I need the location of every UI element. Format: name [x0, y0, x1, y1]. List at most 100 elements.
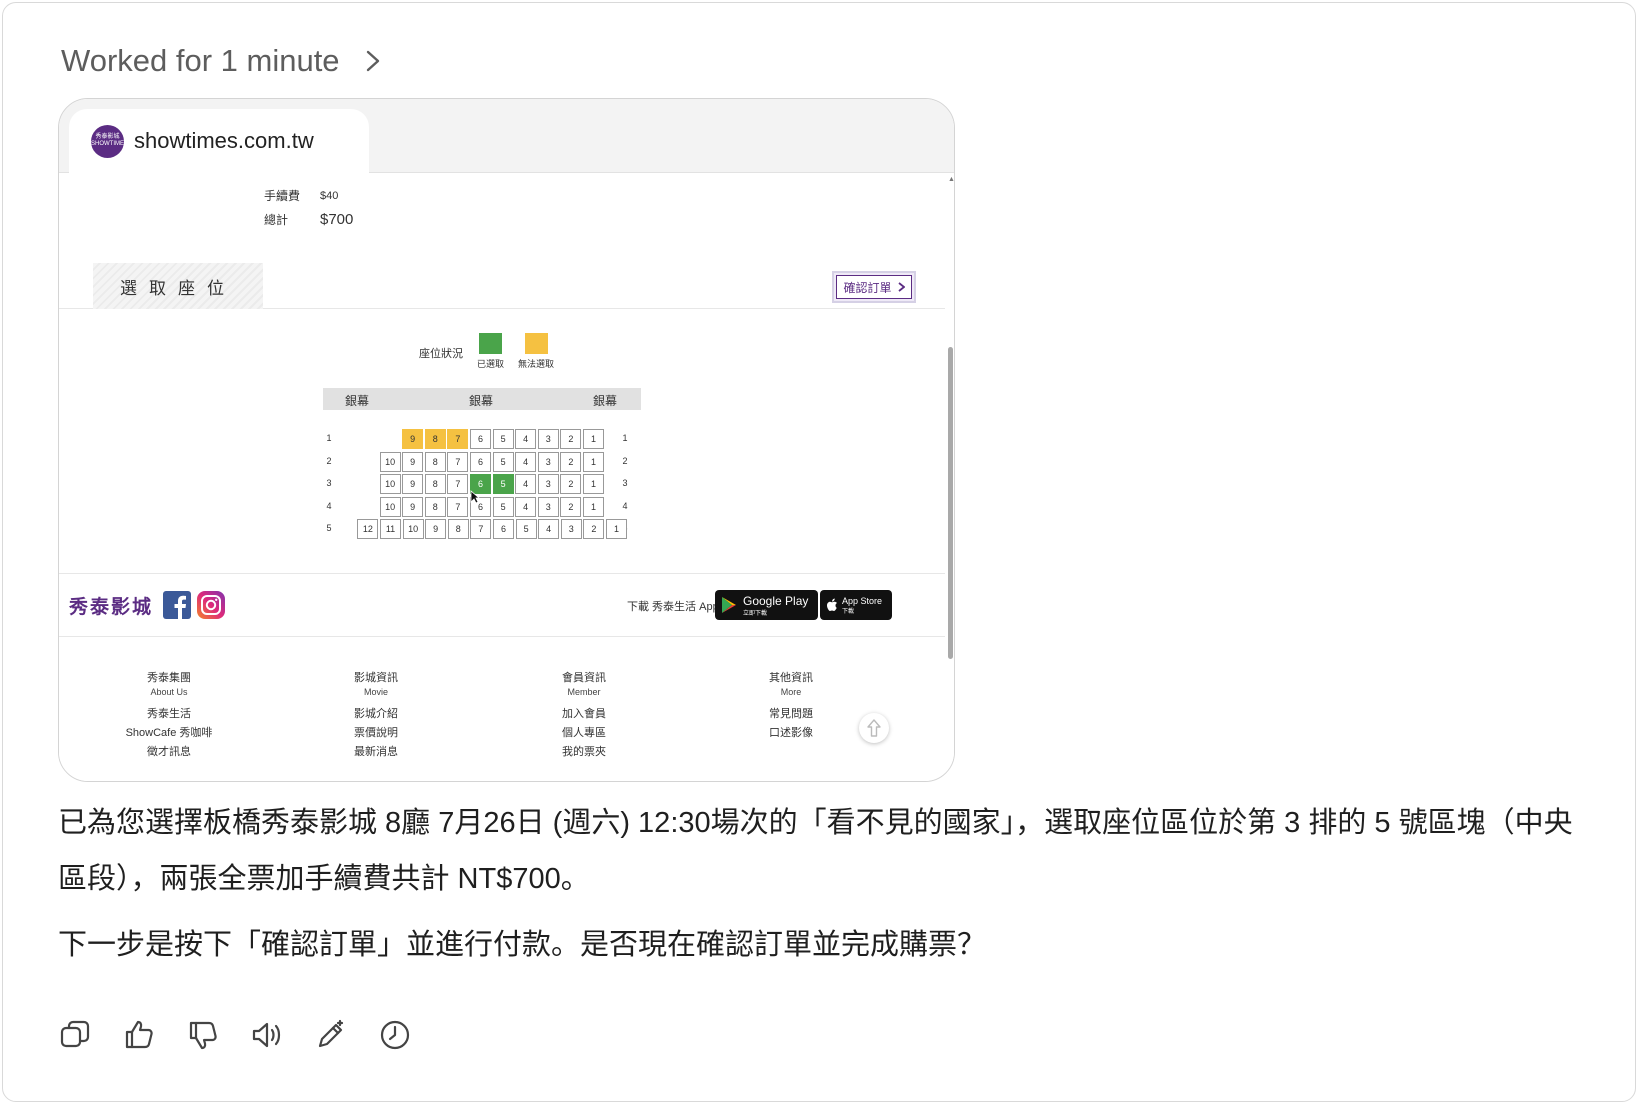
footer-link[interactable]: 秀泰生活	[99, 705, 239, 724]
row-label-left: 4	[326, 500, 332, 511]
footer-link[interactable]: ShowCafe 秀咖啡	[99, 724, 239, 743]
seat[interactable]: 7	[447, 496, 469, 517]
seat[interactable]: 3	[537, 474, 559, 495]
section-title: 選取座位	[93, 263, 263, 309]
legend-unavailable-swatch	[524, 333, 548, 354]
seat[interactable]: 8	[424, 429, 446, 449]
seat[interactable]: 5	[492, 451, 514, 472]
copy-button[interactable]	[58, 1018, 92, 1052]
seat[interactable]: 5	[492, 496, 514, 517]
seat[interactable]: 7	[447, 451, 469, 472]
seat[interactable]: 3	[537, 496, 559, 517]
seat[interactable]: 6	[470, 429, 491, 449]
seat[interactable]: 8	[447, 519, 469, 540]
mouse-cursor-icon	[470, 490, 480, 504]
seat[interactable]: 1	[583, 451, 604, 472]
facebook-icon[interactable]	[163, 591, 191, 619]
seat[interactable]: 8	[424, 451, 446, 472]
seat[interactable]: 7	[447, 429, 469, 449]
thumbs-up-icon	[125, 1020, 153, 1049]
seat[interactable]: 9	[402, 451, 424, 472]
brand-logo[interactable]: 秀泰影城	[69, 592, 153, 619]
seat[interactable]: 2	[560, 474, 582, 495]
seat[interactable]: 3	[560, 519, 582, 540]
scroll-up-arrow-icon[interactable]: ▲	[948, 176, 954, 183]
seat[interactable]: 4	[515, 474, 537, 495]
seat[interactable]: 10	[402, 519, 424, 540]
edit-button[interactable]	[314, 1018, 348, 1052]
assistant-message-paragraph-2: 下一步是按下「確認訂單」並進行付款。是否現在確認訂單並完成購票？	[58, 929, 987, 961]
seat[interactable]: 12	[357, 519, 379, 540]
chevron-right-icon	[366, 50, 379, 72]
seat-map: 1 1 9 8 7 6 5 4 3 2 1 2 2 10 9 8 7 6 5 4 3 2 1 3 3 10 9 8 7 6 5 4 3 2 1 4 4 1…	[323, 429, 653, 549]
legend-selected-swatch	[479, 333, 502, 354]
footer-link[interactable]: 口述影像	[721, 724, 861, 743]
seat[interactable]: 4	[515, 496, 537, 517]
seat[interactable]: 2	[560, 451, 582, 472]
instagram-icon[interactable]	[197, 591, 225, 619]
seat[interactable]: 3	[537, 429, 559, 449]
footer-link[interactable]: 徵才訊息	[99, 743, 239, 762]
seat[interactable]: 9	[425, 519, 447, 540]
footer-link[interactable]: 加入會員	[514, 705, 654, 724]
confirm-order-button[interactable]: 確認訂單	[832, 271, 916, 303]
read-aloud-button[interactable]	[250, 1018, 284, 1052]
seat[interactable]: 9	[402, 496, 424, 517]
total-row: 總計 $700	[264, 211, 353, 228]
seat[interactable]: 4	[515, 429, 537, 449]
seat[interactable]: 8	[424, 496, 446, 517]
footer-link[interactable]: 我的票夾	[514, 743, 654, 762]
footer-link[interactable]: 常見問題	[721, 705, 861, 724]
seat[interactable]: 6	[470, 451, 491, 472]
seat[interactable]: 6	[493, 519, 514, 540]
site-favicon-icon: 秀泰影城 SHOWTIME	[91, 124, 124, 158]
scrollbar-thumb[interactable]	[948, 347, 953, 659]
app-store-button[interactable]: App Store 下載	[820, 590, 892, 620]
seat[interactable]: 5	[515, 519, 537, 540]
google-play-button[interactable]: Google Play 立即下載	[715, 590, 818, 620]
seat[interactable]: 2	[560, 429, 582, 449]
fee-label: 手續費	[264, 189, 301, 203]
seat[interactable]: 5	[492, 429, 514, 449]
screen-label-center: 銀幕	[469, 394, 494, 408]
footer-link[interactable]: 個人專區	[514, 724, 654, 743]
seat[interactable]: 4	[515, 451, 537, 472]
thumbs-up-button[interactable]	[122, 1018, 156, 1052]
footer-link[interactable]: 影城介紹	[306, 705, 446, 724]
scroll-to-top-button[interactable]	[859, 713, 889, 743]
seat-section-header: 選取座位 確認訂單	[59, 263, 945, 309]
legend-unavailable: 無法選取	[518, 333, 554, 370]
seat[interactable]: 1	[583, 474, 604, 495]
footer-column-title: 其他資訊	[769, 672, 813, 684]
footer-column: 其他資訊 More 常見問題 口述影像	[721, 669, 861, 743]
seat[interactable]: 2	[560, 496, 582, 517]
history-button[interactable]	[378, 1018, 412, 1052]
seat[interactable]: 7	[470, 519, 492, 540]
footer-link[interactable]: 最新消息	[306, 743, 446, 762]
footer-link[interactable]: 票價說明	[306, 724, 446, 743]
page-scrollbar[interactable]: ▲	[945, 173, 954, 781]
worked-label: Worked for 1 minute	[61, 43, 340, 78]
seat[interactable]: 1	[583, 429, 604, 449]
apple-icon	[827, 598, 837, 611]
seat[interactable]: 1	[583, 496, 604, 517]
legend-selected: 已選取	[477, 333, 504, 370]
seat[interactable]: 7	[447, 474, 469, 495]
thumbs-down-button[interactable]	[186, 1018, 220, 1052]
seat[interactable]: 9	[402, 429, 424, 449]
seat[interactable]: 10	[379, 474, 401, 495]
row-label-right: 1	[622, 433, 628, 443]
seat[interactable]: 5	[492, 474, 514, 495]
seat[interactable]: 11	[380, 519, 401, 540]
seat[interactable]: 10	[379, 496, 401, 517]
row-label-left: 3	[326, 478, 332, 489]
seat[interactable]: 4	[538, 519, 560, 540]
browser-tab[interactable]: 秀泰影城 SHOWTIME showtimes.com.tw	[69, 109, 369, 173]
seat[interactable]: 2	[583, 519, 605, 540]
seat[interactable]: 10	[379, 451, 401, 472]
seat[interactable]: 1	[606, 519, 627, 540]
worked-for-toggle[interactable]: Worked for 1 minute	[61, 41, 384, 81]
seat[interactable]: 3	[537, 451, 559, 472]
seat[interactable]: 9	[402, 474, 424, 495]
seat[interactable]: 8	[424, 474, 446, 495]
